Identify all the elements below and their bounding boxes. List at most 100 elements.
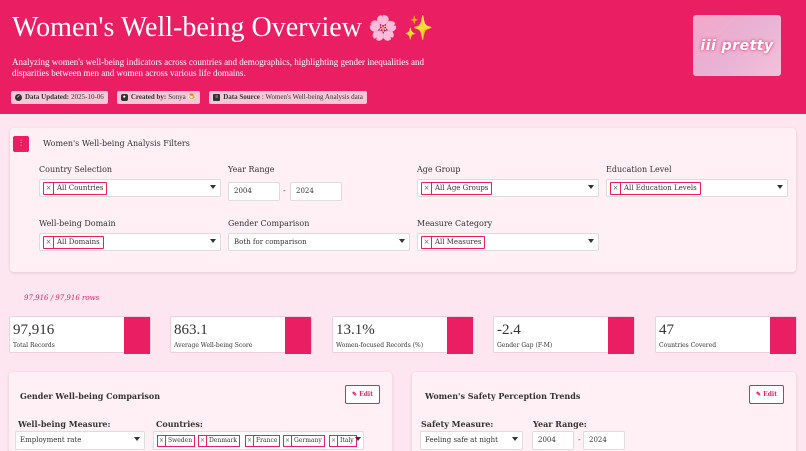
year-separator: -: [578, 435, 581, 444]
age-group-select[interactable]: × All Age Groups: [417, 179, 599, 197]
chevron-down-icon[interactable]: [512, 437, 518, 441]
kpi-accent-bar: [608, 317, 634, 354]
education-label: Education Level: [606, 165, 672, 174]
chip-label: All Age Groups: [435, 184, 489, 192]
title-emoji: 🌸 ✨: [367, 16, 434, 42]
created-by-badge: ● Created by: Sonya 🍮: [116, 91, 201, 104]
chip-label: Sweden: [168, 437, 193, 444]
year-range-label: Year Range: [228, 165, 275, 174]
kpi-accent-bar: [770, 317, 796, 354]
remove-chip-icon[interactable]: ×: [611, 183, 621, 194]
domain-select[interactable]: × All Domains: [39, 233, 221, 251]
safety-measure-label: Safety Measure:: [421, 419, 494, 429]
header-banner: Women's Well-being Overview 🌸 ✨ Analyzing…: [0, 0, 806, 114]
chip-label: All Education Levels: [624, 184, 697, 192]
remove-chip-icon[interactable]: ×: [44, 237, 54, 248]
education-select[interactable]: × All Education Levels: [606, 179, 788, 197]
remove-chip-icon[interactable]: ×: [199, 436, 207, 446]
kpi-card: 863.1 Average Well-being Score: [170, 316, 312, 354]
year-to-input[interactable]: 2024: [290, 182, 342, 201]
remove-chip-icon[interactable]: ×: [330, 436, 338, 446]
remove-chip-icon[interactable]: ×: [422, 237, 432, 248]
chip-label: Denmark: [209, 437, 237, 444]
country-chip[interactable]: × Denmark: [198, 435, 240, 447]
chevron-down-icon[interactable]: [355, 437, 361, 441]
data-source-badge: ≡ Data Source : Women's Well-being Analy…: [209, 91, 367, 104]
chip-label: Italy: [340, 437, 354, 444]
remove-chip-icon[interactable]: ×: [284, 436, 292, 446]
kpi-value: 97,916: [13, 322, 55, 338]
year-separator: -: [283, 186, 286, 195]
data-updated-badge: ✓ Data Updated: 2025-10-06: [11, 91, 108, 104]
edit-button[interactable]: ✎ Edit: [345, 385, 380, 404]
kpi-accent-bar: [124, 317, 150, 354]
country-chip[interactable]: × All Countries: [43, 182, 108, 195]
chevron-down-icon[interactable]: [588, 239, 594, 243]
countries-label: Countries:: [156, 419, 203, 429]
chip-label: All Domains: [57, 238, 100, 246]
badge-value: 2025-10-06: [71, 93, 104, 101]
edit-button[interactable]: ✎ Edit: [749, 385, 784, 404]
chevron-down-icon[interactable]: [210, 185, 216, 189]
country-chip[interactable]: × France: [245, 435, 281, 447]
kpi-card: 97,916 Total Records: [9, 316, 151, 354]
country-chip[interactable]: × Germany: [283, 435, 325, 447]
age-group-chip[interactable]: × All Age Groups: [421, 182, 493, 195]
user-icon: ●: [120, 94, 128, 101]
gender-comparison-select[interactable]: Both for comparison: [228, 233, 410, 251]
chevron-down-icon[interactable]: [134, 437, 140, 441]
kpi-value: 863.1: [174, 322, 208, 338]
chevron-down-icon[interactable]: [777, 185, 783, 189]
filters-panel: ⫶ Women's Well-being Analysis Filters Co…: [10, 128, 796, 272]
remove-chip-icon[interactable]: ×: [158, 436, 166, 446]
row-count: 97,916 / 97,916 rows: [24, 294, 100, 302]
remove-chip-icon[interactable]: ×: [422, 183, 432, 194]
badge-label: Data Source: [223, 93, 260, 101]
education-chip[interactable]: × All Education Levels: [610, 182, 701, 195]
wellbeing-measure-select[interactable]: Employment rate: [15, 431, 145, 450]
kpi-card: 13.1% Women-focused Records (%): [332, 316, 474, 354]
measure-category-label: Measure Category: [417, 219, 493, 228]
remove-chip-icon[interactable]: ×: [246, 436, 254, 446]
country-label: Country Selection: [39, 165, 113, 174]
country-chip[interactable]: × Italy: [329, 435, 357, 447]
remove-chip-icon[interactable]: ×: [44, 183, 54, 194]
badge-value: Sonya 🍮: [168, 93, 197, 101]
kpi-value: -2.4: [497, 322, 521, 338]
country-chip[interactable]: × Sweden: [157, 435, 196, 447]
gender-comparison-label: Gender Comparison: [228, 219, 310, 228]
kpi-accent-bar: [447, 317, 473, 354]
kpi-accent-bar: [285, 317, 311, 354]
select-value: Both for comparison: [234, 238, 307, 246]
country-select[interactable]: × All Countries: [39, 179, 221, 197]
countries-select[interactable]: × Sweden × Denmark × France × Germany × Italy: [153, 431, 364, 450]
safety-trends-panel: Women's Safety Perception Trends ✎ Edit …: [412, 372, 796, 451]
safety-measure-select[interactable]: Feeling safe at night: [420, 431, 523, 450]
badge-row: ✓ Data Updated: 2025-10-06 ● Created by:…: [11, 91, 367, 104]
kpi-label: Gender Gap (F-M): [497, 342, 553, 349]
chip-label: France: [256, 437, 278, 444]
brand-logo: iii pretty: [693, 15, 781, 76]
measure-chip[interactable]: × All Measures: [421, 236, 486, 249]
badge-label: Created by:: [130, 93, 167, 101]
year-from-input[interactable]: 2004: [532, 431, 574, 450]
database-icon: ≡: [213, 94, 221, 101]
year-range-label: Year Range:: [533, 419, 587, 429]
chevron-down-icon[interactable]: [588, 185, 594, 189]
chevron-down-icon[interactable]: [399, 239, 405, 243]
page-title: Women's Well-being Overview 🌸 ✨: [12, 12, 434, 44]
kpi-label: Countries Covered: [659, 342, 717, 349]
domain-chip[interactable]: × All Domains: [43, 236, 104, 249]
page-subtitle: Analyzing women's well-being indicators …: [12, 57, 425, 78]
select-value: Employment rate: [20, 436, 82, 444]
year-from-input[interactable]: 2004: [228, 182, 280, 201]
check-circle-icon: ✓: [15, 94, 22, 101]
wellbeing-measure-label: Well-being Measure:: [18, 419, 111, 429]
year-to-input[interactable]: 2024: [583, 431, 625, 450]
filters-title: Women's Well-being Analysis Filters: [43, 139, 190, 148]
chevron-down-icon[interactable]: [210, 239, 216, 243]
measure-category-select[interactable]: × All Measures: [417, 233, 599, 251]
select-value: Feeling safe at night: [425, 436, 498, 444]
kpi-value: 47: [659, 322, 674, 338]
kpi-value: 13.1%: [336, 322, 375, 338]
